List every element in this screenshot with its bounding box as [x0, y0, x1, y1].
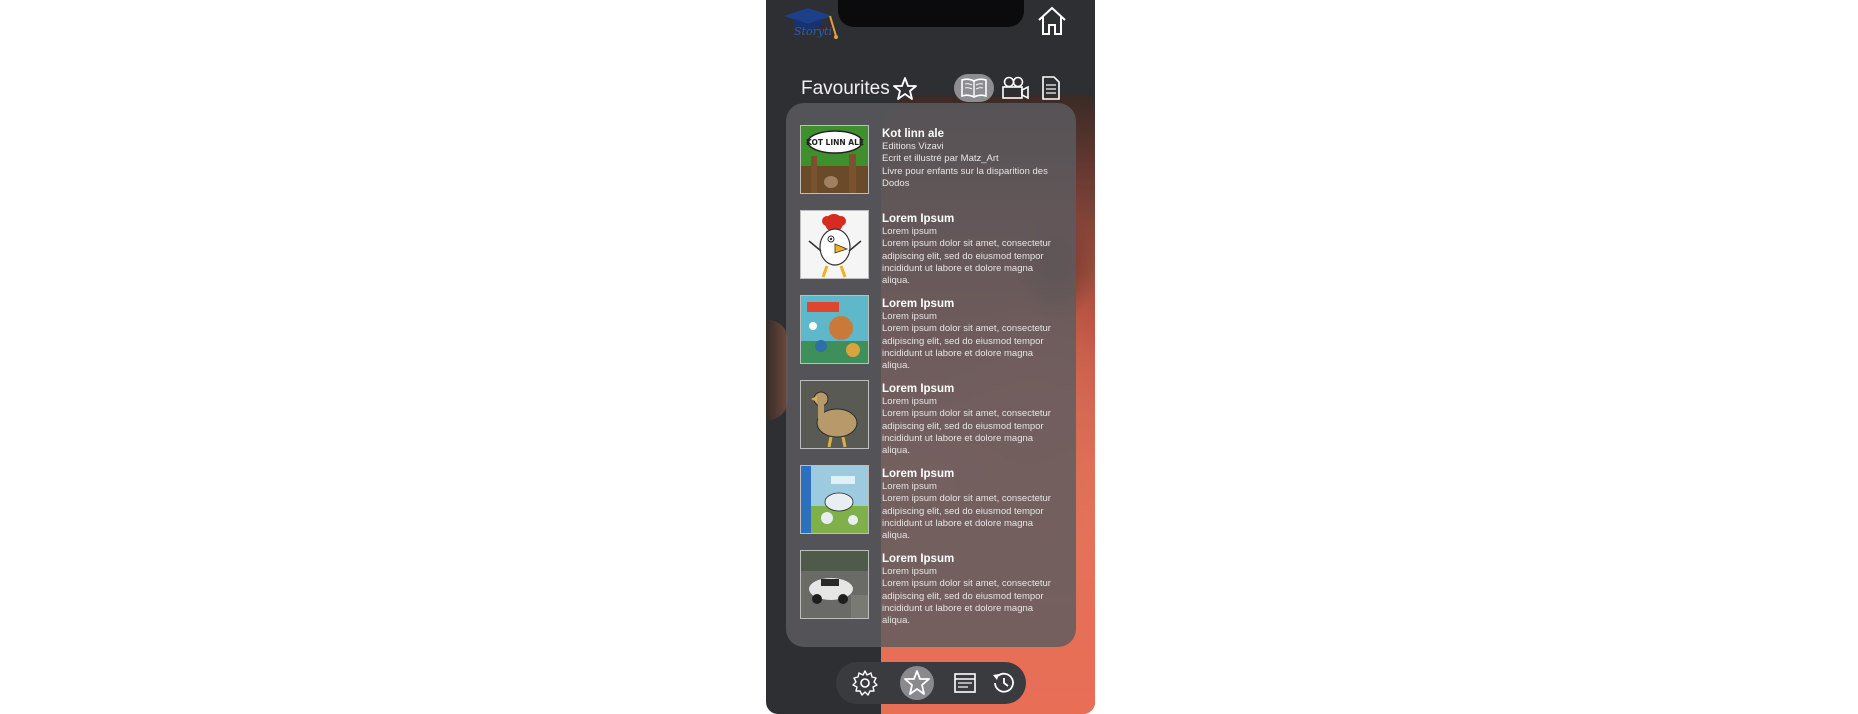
- item-line: Lorem ipsum: [882, 396, 937, 407]
- item-line: incididunt ut labore et dolore magna ali…: [882, 602, 1034, 627]
- book-cover: [800, 465, 869, 534]
- item-title: Lorem Ipsum: [882, 298, 955, 310]
- item-line: Lorem ipsum dolor sit amet, consectetur: [882, 493, 1051, 505]
- tab-books[interactable]: [954, 74, 994, 102]
- phone-notch: [838, 0, 1024, 27]
- document-icon: [1042, 76, 1060, 100]
- book-cover: KOT LINN ALE: [800, 125, 869, 194]
- nav-library[interactable]: [950, 668, 980, 698]
- page-title: Favourites: [801, 78, 890, 99]
- gear-icon: [852, 670, 878, 696]
- item-line: Dodos: [882, 177, 910, 189]
- item-title: Lorem Ipsum: [882, 468, 955, 480]
- list-item[interactable]: Lorem Ipsum Lorem ipsum Lorem ipsum dolo…: [800, 210, 1068, 286]
- item-line: Livre pour enfants sur la disparition de…: [882, 165, 1048, 177]
- history-icon: [993, 672, 1014, 693]
- item-line: Editions Vizavi: [882, 141, 944, 152]
- star-icon: [904, 670, 930, 695]
- item-line: Lorem ipsum: [882, 311, 937, 322]
- nav-favourites[interactable]: [902, 668, 932, 698]
- home-icon: [1038, 6, 1066, 35]
- item-line: adipiscing elit, sed do eiusmod tempor: [882, 250, 1044, 262]
- nav-history[interactable]: [989, 668, 1019, 698]
- item-title: Lorem Ipsum: [882, 213, 955, 225]
- item-details: Lorem Ipsum Lorem ipsum Lorem ipsum dolo…: [882, 212, 1062, 287]
- item-details: Lorem Ipsum Lorem ipsum Lorem ipsum dolo…: [882, 467, 1062, 542]
- book-cover: [800, 295, 869, 364]
- item-line: adipiscing elit, sed do eiusmod tempor: [882, 335, 1044, 347]
- book-icon: [961, 78, 987, 98]
- item-line: Lorem ipsum dolor sit amet, consectetur: [882, 238, 1051, 250]
- tab-videos[interactable]: [1000, 75, 1030, 106]
- item-title: Kot linn ale: [882, 128, 944, 140]
- item-details: Lorem Ipsum Lorem ipsum Lorem ipsum dolo…: [882, 552, 1062, 627]
- item-line: incididunt ut labore et dolore magna ali…: [882, 517, 1034, 542]
- item-line: adipiscing elit, sed do eiusmod tempor: [882, 590, 1044, 602]
- list-item[interactable]: Lorem Ipsum Lorem ipsum Lorem ipsum dolo…: [800, 465, 1068, 541]
- item-line: incididunt ut labore et dolore magna ali…: [882, 262, 1034, 287]
- book-cover: [800, 210, 869, 279]
- list-item[interactable]: Lorem Ipsum Lorem ipsum Lorem ipsum dolo…: [800, 550, 1068, 626]
- item-line: Lorem ipsum dolor sit amet, consectetur: [882, 323, 1051, 335]
- nav-settings[interactable]: [850, 668, 880, 698]
- cover-title: KOT LINN ALE: [806, 138, 864, 147]
- item-line: adipiscing elit, sed do eiusmod tempor: [882, 420, 1044, 432]
- list-item[interactable]: KOT LINN ALE Kot linn ale Editions Vizav…: [800, 125, 1068, 201]
- list-item[interactable]: Lorem Ipsum Lorem ipsum Lorem ipsum dolo…: [800, 380, 1068, 456]
- item-line: Lorem ipsum: [882, 226, 937, 237]
- item-details: Lorem Ipsum Lorem ipsum Lorem ipsum dolo…: [882, 297, 1062, 372]
- list-item[interactable]: Lorem Ipsum Lorem ipsum Lorem ipsum dolo…: [800, 295, 1068, 371]
- item-line: incididunt ut labore et dolore magna ali…: [882, 432, 1034, 457]
- item-details: Lorem Ipsum Lorem ipsum Lorem ipsum dolo…: [882, 382, 1062, 457]
- item-details: Kot linn ale Editions Vizavi Ecrit et il…: [882, 127, 1062, 190]
- logo-text: Storyti: [794, 25, 832, 38]
- home-button[interactable]: [1035, 4, 1069, 38]
- film-camera-icon: [1002, 76, 1029, 100]
- background-hand: [766, 320, 788, 420]
- item-line: Lorem ipsum: [882, 566, 937, 577]
- item-line: adipiscing elit, sed do eiusmod tempor: [882, 505, 1044, 517]
- item-line: incididunt ut labore et dolore magna ali…: [882, 347, 1034, 372]
- favourites-list: KOT LINN ALE Kot linn ale Editions Vizav…: [786, 103, 1076, 647]
- item-line: Ecrit et illustré par Matz_Art: [882, 153, 999, 165]
- item-title: Lorem Ipsum: [882, 383, 955, 395]
- tab-documents[interactable]: [1039, 75, 1063, 106]
- phone-screen: Storyti Favourites KOT LINN ALE Kot linn…: [766, 0, 1095, 714]
- star-icon: [891, 75, 919, 103]
- book-cover: [800, 380, 869, 449]
- item-title: Lorem Ipsum: [882, 553, 955, 565]
- list-icon: [954, 673, 976, 693]
- item-line: Lorem ipsum dolor sit amet, consectetur: [882, 578, 1051, 590]
- book-cover: [800, 550, 869, 619]
- app-logo[interactable]: Storyti: [778, 4, 838, 42]
- bottom-navigation: [836, 662, 1026, 704]
- item-line: Lorem ipsum dolor sit amet, consectetur: [882, 408, 1051, 420]
- item-line: Lorem ipsum: [882, 481, 937, 492]
